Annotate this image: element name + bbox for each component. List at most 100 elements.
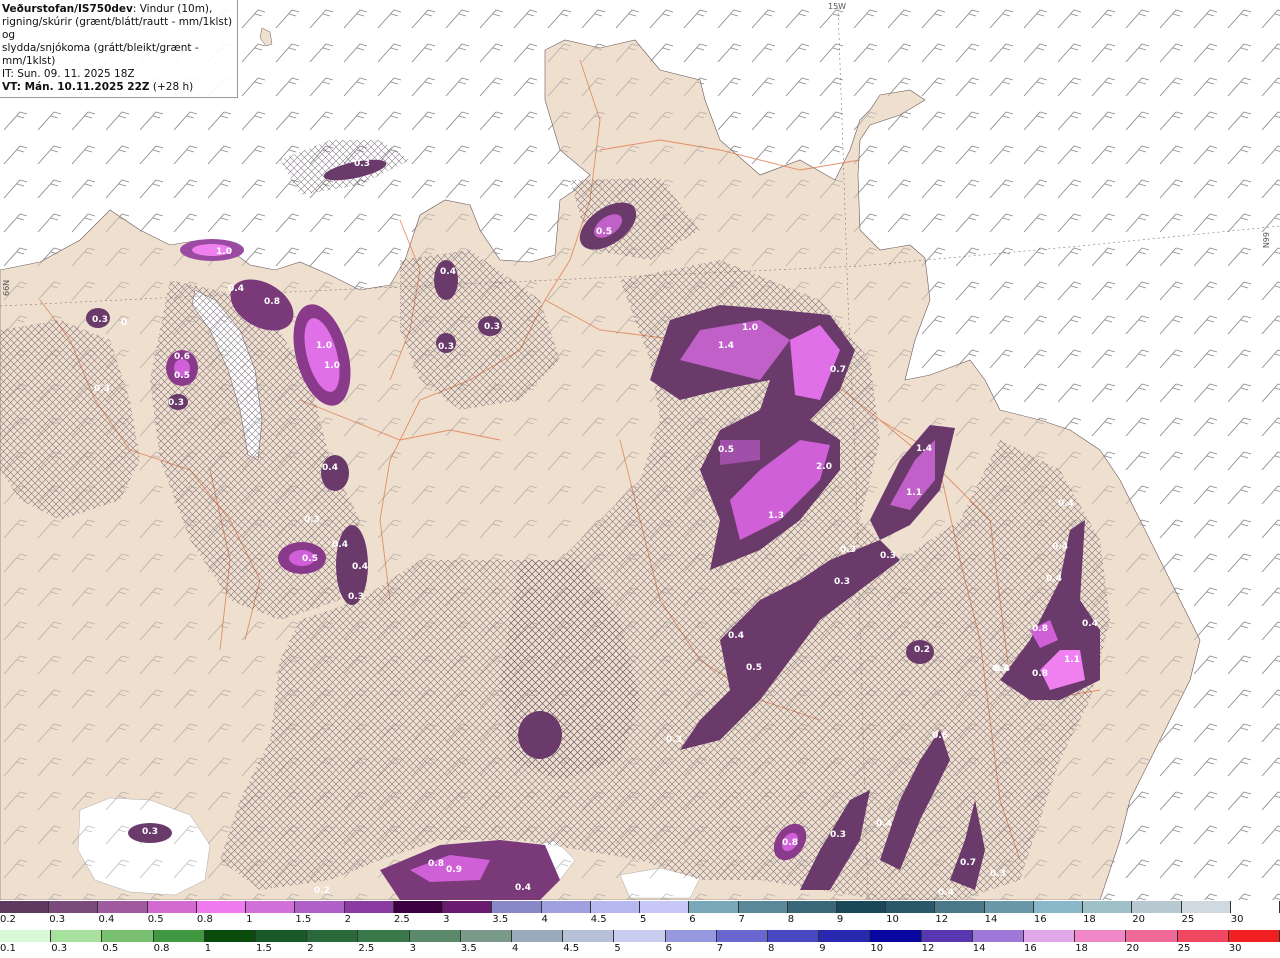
map-header: Veðurstofan/IS750dev: Vindur (10m), rign… bbox=[0, 0, 238, 98]
precip-value: 0.3 bbox=[304, 515, 320, 525]
legend-label: 3 bbox=[409, 943, 416, 954]
precip-value: 0.4 bbox=[440, 267, 456, 277]
precip-value: 0.3 bbox=[94, 384, 110, 394]
precip-value: 0.8 bbox=[428, 859, 444, 869]
legend-swatch bbox=[921, 930, 973, 942]
precip-value: 2.0 bbox=[816, 462, 832, 472]
legend-label: 16 bbox=[1024, 943, 1037, 954]
legend-label: 2 bbox=[344, 914, 351, 925]
legend-swatch bbox=[295, 901, 345, 913]
lat-label-right: 66N bbox=[1261, 232, 1270, 249]
legend-swatch bbox=[972, 930, 1025, 942]
legend-label: 7 bbox=[738, 914, 745, 925]
legend-swatch bbox=[1126, 930, 1178, 942]
precip-value: 0.4 bbox=[332, 540, 348, 550]
precip-value: 0.2 bbox=[314, 886, 330, 896]
precip-value: 0.4 bbox=[994, 664, 1010, 674]
legend-label: 0.2 bbox=[0, 914, 16, 925]
legend-swatch bbox=[492, 901, 542, 913]
precip-value: 0.4 bbox=[1052, 542, 1068, 552]
legend-swatch bbox=[689, 901, 739, 913]
legend-label: 18 bbox=[1075, 943, 1088, 954]
legend-swatch bbox=[1230, 901, 1280, 913]
legend-label: 25 bbox=[1181, 914, 1195, 925]
legend-swatch bbox=[716, 930, 769, 942]
legend-label: 0.8 bbox=[153, 943, 170, 954]
precip-value: 0.9 bbox=[446, 865, 462, 875]
legend-swatch bbox=[51, 930, 103, 942]
legend-label: 1 bbox=[246, 914, 253, 925]
legend-label: 3.5 bbox=[460, 943, 477, 954]
precip-value: 0.5 bbox=[746, 663, 762, 673]
legend-rain-swatches bbox=[0, 930, 1280, 942]
legend-swatch bbox=[1132, 901, 1182, 913]
precip-value: 1.4 bbox=[718, 341, 734, 351]
precip-value: 0.3 bbox=[438, 342, 454, 352]
legend-swatch bbox=[307, 930, 359, 942]
legend-label: 0.8 bbox=[196, 914, 213, 925]
precip-value: 0.7 bbox=[960, 858, 976, 868]
legend-label: 9 bbox=[819, 943, 826, 954]
legend-label: 12 bbox=[935, 914, 949, 925]
precip-value: 1.1 bbox=[1064, 655, 1080, 665]
precip-value: 0.4 bbox=[515, 883, 531, 893]
legend-swatch bbox=[460, 930, 513, 942]
legend-swatch bbox=[0, 930, 52, 942]
legend-swatch bbox=[738, 901, 788, 913]
precip-value: 0.4 bbox=[228, 284, 244, 294]
issue-time: IT: Sun. 09. 11. 2025 18Z bbox=[2, 68, 135, 80]
legend-swatch bbox=[935, 901, 985, 913]
precip-value: 1.0 bbox=[316, 341, 332, 351]
legend-swatch bbox=[344, 901, 394, 913]
legend-swatch bbox=[1024, 930, 1076, 942]
legend-swatch bbox=[819, 930, 871, 942]
legend-label: 6 bbox=[689, 914, 696, 925]
header-line1-rest: : Vindur (10m), bbox=[132, 3, 213, 15]
legend-label: 4.5 bbox=[563, 943, 580, 954]
legend-label: 16 bbox=[1033, 914, 1047, 925]
precip-value: 0.3 bbox=[142, 827, 158, 837]
forecast-map: 0.3 1.0 0.4 0.8 1.0 1.0 0.3 0 0.6 0.5 0.3 0.3 0.4 0.3… bbox=[0, 0, 1280, 900]
legend-label: 2.5 bbox=[393, 914, 410, 925]
lead-time: (+28 h) bbox=[152, 81, 194, 93]
legend-label: 2.5 bbox=[358, 943, 375, 954]
precip-value: 0.8 bbox=[1032, 624, 1048, 634]
precip-value: 0.5 bbox=[302, 554, 318, 564]
precip-value: 0.8 bbox=[1032, 669, 1048, 679]
legend-swatch bbox=[1033, 901, 1084, 913]
precip-value: 0 bbox=[121, 318, 127, 328]
legend-rain: 0.1 0.3 0.5 0.8 1 1.5 2 2.5 3 3.5 4 4.5 5 6 7 8 9 10 12 14 1… bbox=[0, 930, 1280, 957]
legend-label: 3.5 bbox=[492, 914, 509, 925]
header-line2: rigning/skúrir (grænt/blátt/rautt - mm/1… bbox=[2, 16, 233, 41]
precip-value: 0.7 bbox=[830, 365, 846, 375]
precip-value: 0.5 bbox=[718, 445, 734, 455]
legend-label: 0.3 bbox=[49, 914, 66, 925]
legend-label: 0.5 bbox=[102, 943, 119, 954]
legend-swatch bbox=[768, 930, 820, 942]
precip-value: 0.5 bbox=[174, 371, 190, 381]
precip-value: 0.4 bbox=[1046, 574, 1062, 584]
legend-swatch bbox=[563, 930, 615, 942]
precip-value: 0.5 bbox=[596, 227, 612, 237]
precip-value: 0.3 bbox=[834, 577, 850, 587]
precip-value: 1.0 bbox=[742, 323, 758, 333]
legend-label: 30 bbox=[1230, 914, 1244, 925]
lat-label-left: 66N bbox=[2, 279, 11, 296]
legend-label: 20 bbox=[1126, 943, 1140, 954]
legend-swatch bbox=[98, 901, 148, 913]
legend-swatch bbox=[204, 930, 257, 942]
precip-value: 0.3 bbox=[354, 159, 370, 169]
legend-swatch bbox=[1075, 930, 1127, 942]
legend-swatch bbox=[409, 930, 461, 942]
legend-swatch bbox=[49, 901, 99, 913]
legend-label: 2 bbox=[307, 943, 314, 954]
valid-time: VT: Mán. 10.11.2025 22Z bbox=[2, 81, 150, 93]
legend-label: 10 bbox=[886, 914, 899, 925]
legend-label: 4 bbox=[512, 943, 519, 954]
precip-value: 0.8 bbox=[782, 838, 798, 848]
precip-value: 0.4 bbox=[322, 463, 338, 473]
precip-value: 0.4 bbox=[728, 631, 744, 641]
legend-swatch bbox=[1083, 901, 1133, 913]
precip-value: 0.4 bbox=[938, 888, 954, 898]
legend-swatch bbox=[665, 930, 717, 942]
